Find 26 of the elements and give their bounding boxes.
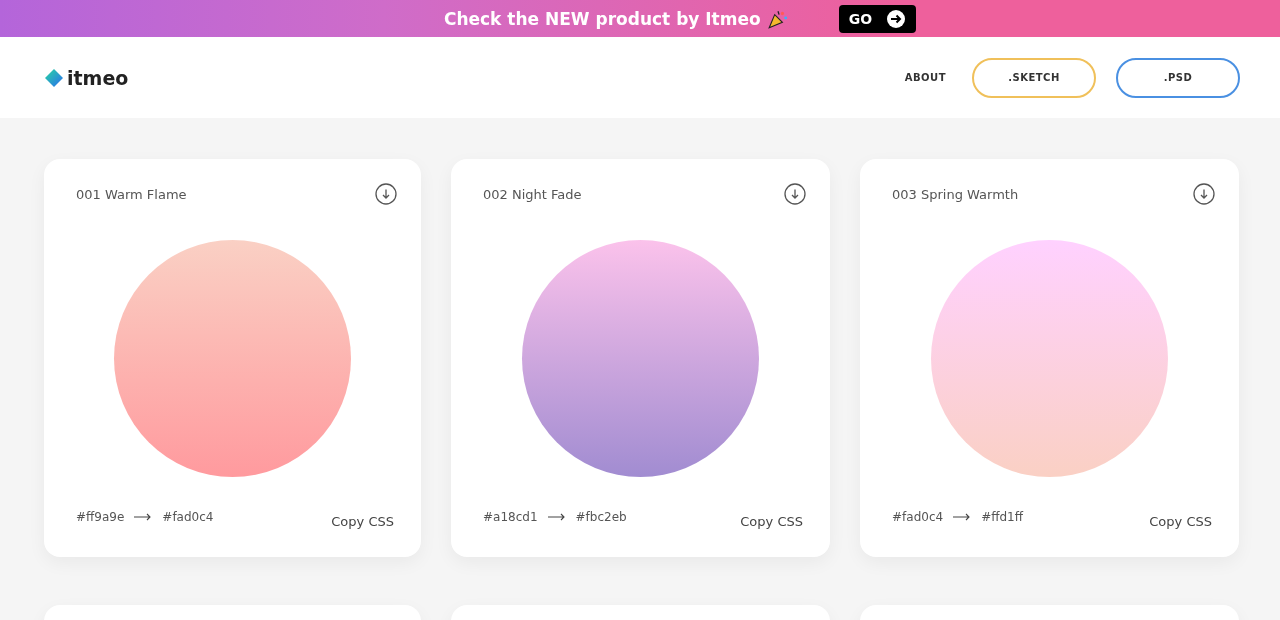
nav-button[interactable]: .SKETCH — [972, 57, 1096, 98]
hex-code: #fbc2eb — [575, 510, 627, 524]
arrow-right-icon — [547, 513, 566, 521]
gradient-title: 001 Warm Flame — [76, 186, 187, 202]
promo-text: Check the NEW product by Itmeo — [443, 8, 761, 29]
hex-code: #ff9a9e — [76, 510, 125, 524]
copy-css-link[interactable]: Copy CSS — [740, 514, 803, 529]
logo-text: itmeo — [67, 66, 129, 89]
arrow-right-icon — [886, 8, 907, 29]
nav-button[interactable]: .PSD — [1116, 57, 1240, 98]
download-icon[interactable] — [1193, 183, 1215, 205]
arrow-right-icon — [953, 513, 972, 521]
nav-link[interactable]: ABOUT — [904, 72, 946, 83]
copy-css-link[interactable]: Copy CSS — [1149, 514, 1212, 529]
hex-code: #fad0c4 — [162, 510, 214, 524]
logo-icon — [44, 67, 64, 88]
gradient-title: 003 Spring Warmth — [892, 186, 1019, 202]
copy-css-link[interactable]: Copy CSS — [331, 514, 394, 529]
arrow-right-icon — [134, 513, 153, 521]
download-icon[interactable] — [375, 183, 397, 205]
hex-code: #fad0c4 — [892, 510, 944, 524]
hex-code: #ffd1ff — [981, 510, 1023, 524]
hex-code: #a18cd1 — [483, 510, 538, 524]
go-button[interactable]: GO — [838, 4, 917, 33]
gradient-title: 002 Night Fade — [483, 186, 582, 202]
download-icon[interactable] — [784, 183, 806, 205]
